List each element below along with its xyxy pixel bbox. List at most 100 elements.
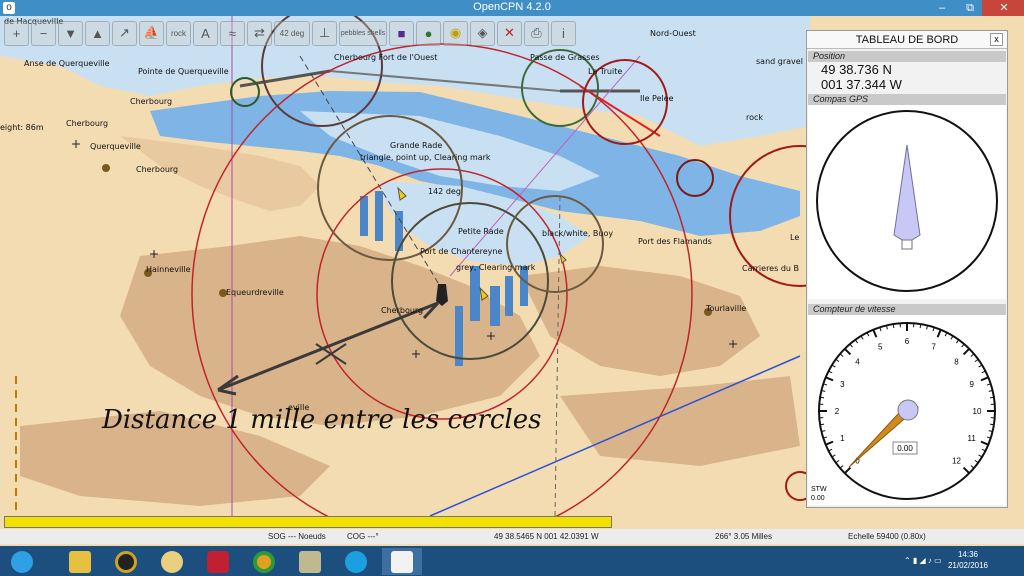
speed-tick-label: 4 xyxy=(855,358,860,367)
track-button[interactable]: ◉ xyxy=(443,20,468,46)
taskbar-app-2[interactable] xyxy=(152,548,192,575)
speedometer: 0123456789101112 0.00 STW 0.00 xyxy=(808,315,1006,505)
chrome-icon xyxy=(253,550,275,573)
tide-button[interactable]: ≈ xyxy=(220,20,245,46)
label-cherbourg-2: Cherbourg xyxy=(66,119,108,128)
clock-time: 14:36 xyxy=(957,550,978,559)
label-ile-pelee: Ile Pelee xyxy=(640,94,674,103)
label-clearing-2: grey, Clearing mark xyxy=(456,263,536,272)
taskbar-skype[interactable] xyxy=(336,548,376,575)
clock-date: 21/02/2016 xyxy=(947,561,988,570)
close-button[interactable]: ✕ xyxy=(982,0,1024,16)
restore-button[interactable]: ⧉ xyxy=(956,0,984,16)
system-tray[interactable]: ⌃ ▮ ◢ ♪ ▭ xyxy=(904,556,942,565)
info-icon: i xyxy=(562,25,565,41)
photo-icon xyxy=(299,550,321,573)
status-bearing-distance: 266° 3.05 Milles xyxy=(715,532,773,541)
gps-compass xyxy=(808,105,1006,299)
status-cursor-position: 49 38.5465 N 001 42.0391 W xyxy=(494,532,599,541)
zoom-in-icon: + xyxy=(12,25,21,41)
label-cherbourg-1: Cherbourg xyxy=(130,97,172,106)
taskbar-opencpn[interactable] xyxy=(382,548,422,575)
zoom-out-button[interactable]: − xyxy=(31,20,56,46)
speed-minor-tick xyxy=(820,396,825,399)
settings-icon: ● xyxy=(424,25,433,41)
position-longitude: 001 37.344 W xyxy=(821,77,902,92)
filter-button[interactable]: ▼ xyxy=(58,20,83,46)
boat-button[interactable]: ⛵ xyxy=(139,20,164,46)
dashboard-title: TABLEAU DE BORD xyxy=(807,31,1007,49)
label-cherbourg-port: Cherbourg xyxy=(381,306,423,315)
label-tourlaville: Tourlaville xyxy=(705,304,746,313)
heart-icon xyxy=(207,550,229,573)
stw-label: STW xyxy=(811,486,827,493)
mob-button[interactable]: ✕ xyxy=(497,20,522,46)
measure-button[interactable]: ⊥ xyxy=(312,20,337,46)
palette-icon: ■ xyxy=(397,25,406,41)
folder-icon xyxy=(69,550,91,573)
gear-icon xyxy=(161,550,183,573)
ais-icon: ◈ xyxy=(477,25,488,40)
windows-taskbar: ⌃ ▮ ◢ ♪ ▭ 14:36 21/02/2016 xyxy=(0,546,1024,576)
deg-label: 42 deg xyxy=(279,28,305,38)
speed-tick-label: 1 xyxy=(840,434,845,443)
label-querqueville: Querqueville xyxy=(90,142,141,151)
route-button[interactable]: ↗ xyxy=(112,20,137,46)
label-le: Le xyxy=(790,233,799,242)
label-fort-ouest: Cherbourg Fort de l'Ouest xyxy=(334,53,437,62)
current-button[interactable]: ⇄ xyxy=(247,20,272,46)
deg-button[interactable]: 42 deg xyxy=(274,20,310,46)
ie-icon xyxy=(11,550,33,573)
print-icon: ⎙ xyxy=(531,25,542,40)
ais-button[interactable]: ◈ xyxy=(470,20,495,46)
label-petite-rade: Petite Rade xyxy=(458,227,504,236)
status-scale: Echelle 59400 (0.80x) xyxy=(848,532,926,541)
chart-quilt-button[interactable]: ▲ xyxy=(85,20,110,46)
dashboard-close-button[interactable]: x xyxy=(990,33,1003,46)
taskbar-chrome[interactable] xyxy=(244,548,284,575)
status-sog: SOG --- Noeuds xyxy=(268,532,326,541)
label-rock: rock xyxy=(746,113,763,122)
stw-value: 0.00 xyxy=(811,495,825,502)
speed-tick-label: 10 xyxy=(973,407,982,416)
label-142-deg: 142 deg xyxy=(428,187,461,196)
speed-tick-label: 5 xyxy=(878,342,883,351)
label-black-white: black/white, Buoy xyxy=(542,229,613,238)
position-latitude: 49 38.736 N xyxy=(821,62,892,77)
taskbar-explorer[interactable] xyxy=(60,548,100,575)
label-clearing-1: triangle, point up, Clearing mark xyxy=(360,153,491,162)
label-height: eight: 86m xyxy=(0,123,44,132)
print-button[interactable]: ⎙ xyxy=(524,20,549,46)
text-button[interactable]: A xyxy=(193,20,218,46)
start-button[interactable] xyxy=(2,548,42,575)
filter-icon: ▼ xyxy=(64,25,77,41)
speed-tick-label: 12 xyxy=(952,456,961,465)
speed-tick-label: 3 xyxy=(840,380,845,389)
boat-icon: ⛵ xyxy=(143,25,160,40)
title-bar: o OpenCPN 4.2.0 – ⧉ ✕ xyxy=(0,0,1024,16)
skype-icon xyxy=(345,550,367,573)
taskbar-app-1[interactable] xyxy=(106,548,146,575)
minimize-button[interactable]: – xyxy=(928,0,956,16)
speed-tick-label: 6 xyxy=(905,337,910,346)
info-button[interactable]: i xyxy=(551,20,576,46)
settings-button[interactable]: ● xyxy=(416,20,441,46)
rock-button[interactable]: rock xyxy=(166,20,191,46)
track-icon: ◉ xyxy=(449,25,462,40)
taskbar-app-4[interactable] xyxy=(290,548,330,575)
text-icon: A xyxy=(201,25,210,41)
speed-minor-tick xyxy=(989,423,994,426)
status-cog: COG ---° xyxy=(347,532,379,541)
color-button[interactable]: ■ xyxy=(389,20,414,46)
clock[interactable]: 14:36 21/02/2016 xyxy=(948,549,988,571)
status-bar: SOG --- Noeuds COG ---° 49 38.5465 N 001… xyxy=(0,529,1024,544)
label-flamands: Port des Flamands xyxy=(638,237,712,246)
taskbar-app-3[interactable] xyxy=(198,548,238,575)
speed-minor-tick xyxy=(820,423,825,426)
pebbles-button[interactable]: pebbles shells xyxy=(339,20,387,46)
app-window: o OpenCPN 4.2.0 – ⧉ ✕ de Hacqueville Ans… xyxy=(0,0,1024,546)
zoom-in-button[interactable]: + xyxy=(4,20,29,46)
toolbar: + − ▼ ▲ ↗ ⛵ rock A ≈ ⇄ 42 deg ⊥ pebbles … xyxy=(0,16,800,50)
speed-minor-tick xyxy=(919,324,922,329)
label-pointe: Pointe de Querqueville xyxy=(138,67,229,76)
